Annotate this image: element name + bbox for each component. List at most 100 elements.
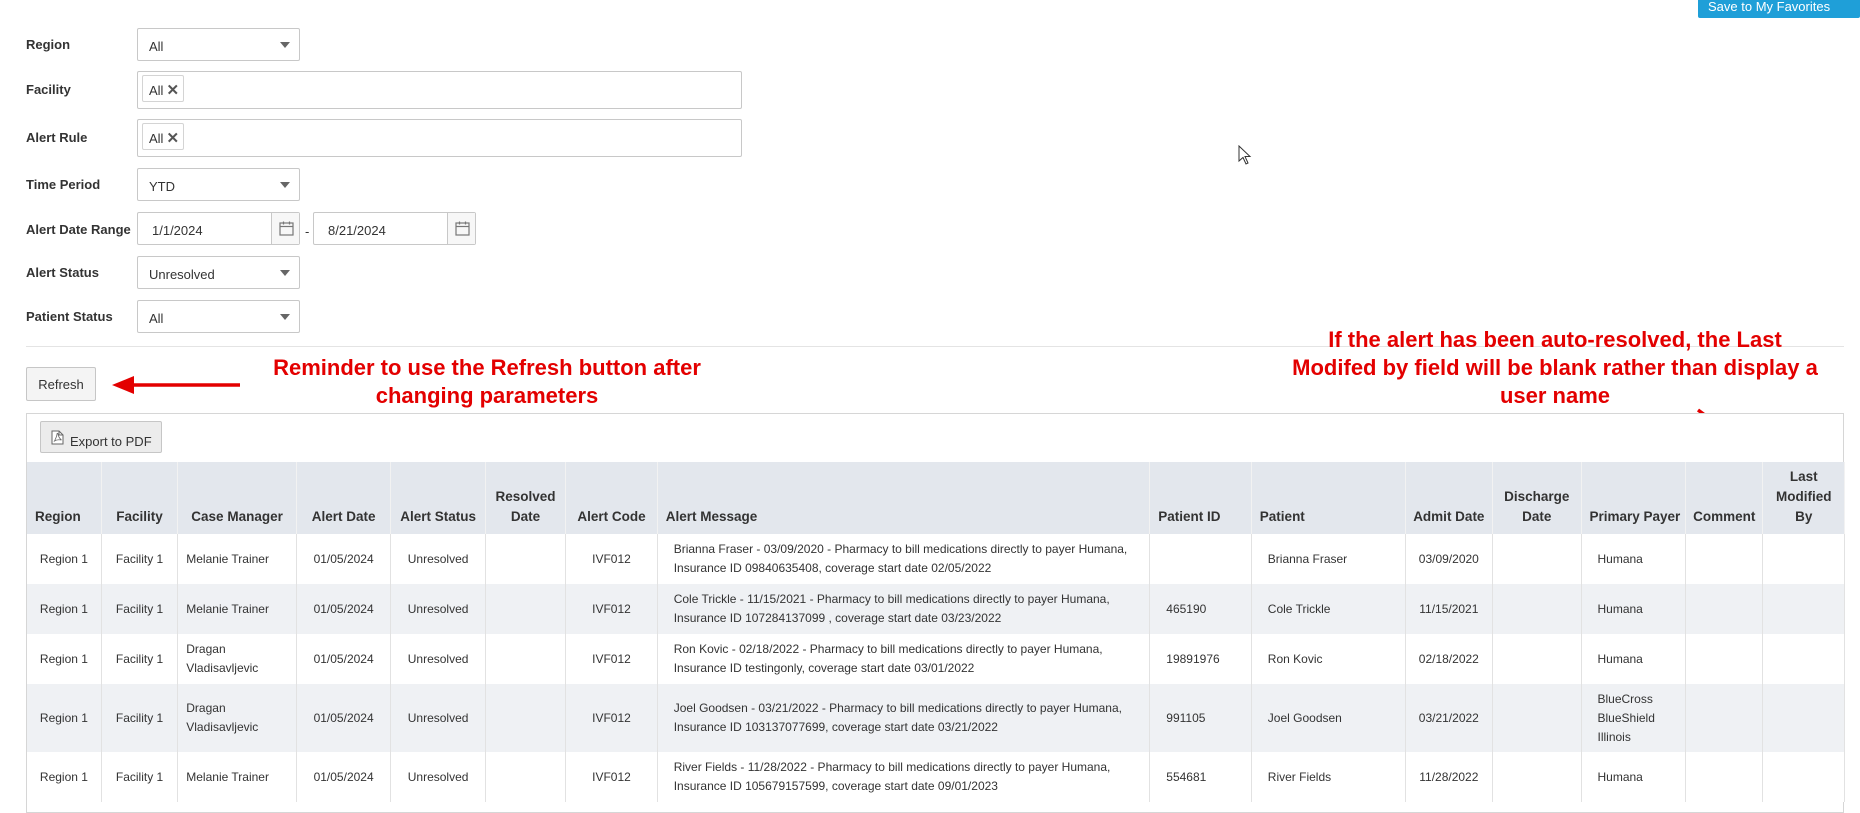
time-period-label: Time Period — [26, 177, 101, 192]
cell-primary-payer: BlueCross BlueShield Illinois — [1581, 684, 1687, 752]
cell-patient: River Fields — [1251, 752, 1406, 802]
save-to-favorites-button[interactable]: Save to My Favorites — [1698, 0, 1860, 18]
cell-discharge-date — [1492, 634, 1582, 684]
cell-region: Region 1 — [27, 534, 102, 584]
cell-admit-date: 03/09/2020 — [1405, 534, 1494, 584]
cell-case-manager: Melanie Trainer — [177, 584, 297, 634]
column-header-alert-status[interactable]: Alert Status — [390, 462, 486, 534]
cell-last-modified-by — [1762, 634, 1845, 684]
column-header-alert-code[interactable]: Alert Code — [565, 462, 658, 534]
chevron-down-icon — [280, 42, 290, 48]
refresh-button[interactable]: Refresh — [26, 367, 96, 401]
cell-alert-message: Brianna Fraser - 03/09/2020 - Pharmacy t… — [657, 534, 1151, 584]
alert-rule-multiselect[interactable]: All ✕ — [137, 119, 742, 157]
cell-comment — [1685, 584, 1764, 634]
cell-patient: Brianna Fraser — [1251, 534, 1406, 584]
cell-alert-date: 01/05/2024 — [296, 584, 392, 634]
cell-primary-payer: Humana — [1581, 634, 1687, 684]
cell-admit-date: 11/28/2022 — [1405, 752, 1494, 802]
cell-comment — [1685, 634, 1764, 684]
cell-facility: Facility 1 — [101, 584, 179, 634]
column-header-region[interactable]: Region — [27, 462, 102, 534]
alert-status-select-value: Unresolved — [149, 267, 215, 282]
cell-patient-id: 991105 — [1149, 684, 1252, 752]
chevron-down-icon — [280, 182, 290, 188]
cell-case-manager: Dragan Vladisavljevic — [177, 684, 297, 752]
end-date-input[interactable]: 8/21/2024 — [313, 212, 476, 245]
end-date-value: 8/21/2024 — [328, 223, 386, 238]
cell-resolved-date — [485, 584, 567, 634]
cell-discharge-date — [1492, 684, 1582, 752]
column-header-discharge-date[interactable]: Discharge Date — [1492, 462, 1582, 534]
patient-status-select[interactable]: All — [137, 300, 300, 333]
cell-alert-code: IVF012 — [565, 584, 658, 634]
export-to-pdf-button[interactable]: Export to PDF — [40, 421, 162, 453]
start-date-input[interactable]: 1/1/2024 — [137, 212, 300, 245]
region-select[interactable]: All — [137, 28, 300, 61]
region-label: Region — [26, 37, 71, 52]
pdf-icon — [51, 430, 64, 445]
cell-alert-code: IVF012 — [565, 684, 658, 752]
column-header-facility[interactable]: Facility — [101, 462, 179, 534]
cell-alert-date: 01/05/2024 — [296, 634, 392, 684]
chevron-down-icon — [280, 270, 290, 276]
cell-alert-message: River Fields - 11/28/2022 - Pharmacy to … — [657, 752, 1151, 802]
alert-rule-label: Alert Rule — [26, 130, 88, 145]
column-header-admit-date[interactable]: Admit Date — [1405, 462, 1494, 534]
cell-alert-code: IVF012 — [565, 634, 658, 684]
cell-facility: Facility 1 — [101, 752, 179, 802]
column-header-patient[interactable]: Patient — [1251, 462, 1406, 534]
cell-facility: Facility 1 — [101, 684, 179, 752]
alert-status-label: Alert Status — [26, 265, 99, 280]
report-panel: Export to PDF Region Facility Case Manag… — [26, 413, 1845, 813]
region-select-value: All — [149, 39, 164, 54]
cell-patient: Joel Goodsen — [1251, 684, 1406, 752]
cell-alert-status: Unresolved — [390, 752, 486, 802]
alert-date-range-label: Alert Date Range — [26, 222, 131, 237]
column-header-resolved-date[interactable]: Resolved Date — [485, 462, 567, 534]
facility-label: Facility — [26, 82, 71, 97]
cell-admit-date: 11/15/2021 — [1405, 584, 1494, 634]
cell-region: Region 1 — [27, 584, 102, 634]
chevron-down-icon — [280, 314, 290, 320]
table-row[interactable]: Region 1 Facility 1 Dragan Vladisavljevi… — [27, 684, 1845, 752]
table-row[interactable]: Region 1 Facility 1 Melanie Trainer 01/0… — [27, 752, 1845, 802]
cell-discharge-date — [1492, 584, 1582, 634]
mouse-cursor-icon — [1238, 145, 1252, 165]
cell-alert-status: Unresolved — [390, 684, 486, 752]
table-row[interactable]: Region 1 Facility 1 Dragan Vladisavljevi… — [27, 634, 1845, 684]
start-date-value: 1/1/2024 — [152, 223, 203, 238]
cell-region: Region 1 — [27, 752, 102, 802]
column-header-patient-id[interactable]: Patient ID — [1149, 462, 1252, 534]
cell-discharge-date — [1492, 534, 1582, 584]
facility-tag: All ✕ — [142, 75, 185, 102]
column-header-last-modified-by[interactable]: Last Modified By — [1762, 462, 1845, 534]
column-header-alert-message[interactable]: Alert Message — [657, 462, 1151, 534]
cell-alert-date: 01/05/2024 — [296, 752, 392, 802]
column-header-alert-date[interactable]: Alert Date — [296, 462, 392, 534]
table-row[interactable]: Region 1 Facility 1 Melanie Trainer 01/0… — [27, 584, 1845, 634]
cell-last-modified-by — [1762, 684, 1845, 752]
calendar-icon[interactable] — [447, 213, 475, 244]
cell-alert-code: IVF012 — [565, 752, 658, 802]
cell-admit-date: 02/18/2022 — [1405, 634, 1494, 684]
column-header-primary-payer[interactable]: Primary Payer — [1581, 462, 1687, 534]
cell-comment — [1685, 684, 1764, 752]
cell-comment — [1685, 752, 1764, 802]
time-period-select[interactable]: YTD — [137, 168, 300, 201]
facility-multiselect[interactable]: All ✕ — [137, 71, 742, 109]
column-header-comment[interactable]: Comment — [1685, 462, 1764, 534]
cell-resolved-date — [485, 634, 567, 684]
cell-patient-id: 465190 — [1149, 584, 1252, 634]
cell-case-manager: Dragan Vladisavljevic — [177, 634, 297, 684]
remove-tag-icon[interactable]: ✕ — [166, 130, 179, 147]
remove-tag-icon[interactable]: ✕ — [166, 82, 179, 99]
cell-patient-id — [1149, 534, 1252, 584]
table-row[interactable]: Region 1 Facility 1 Melanie Trainer 01/0… — [27, 534, 1845, 584]
alert-status-select[interactable]: Unresolved — [137, 256, 300, 289]
calendar-icon[interactable] — [271, 213, 299, 244]
cell-patient-id: 19891976 — [1149, 634, 1252, 684]
alert-rule-tag: All ✕ — [142, 123, 185, 150]
column-header-case-manager[interactable]: Case Manager — [177, 462, 297, 534]
cell-case-manager: Melanie Trainer — [177, 534, 297, 584]
